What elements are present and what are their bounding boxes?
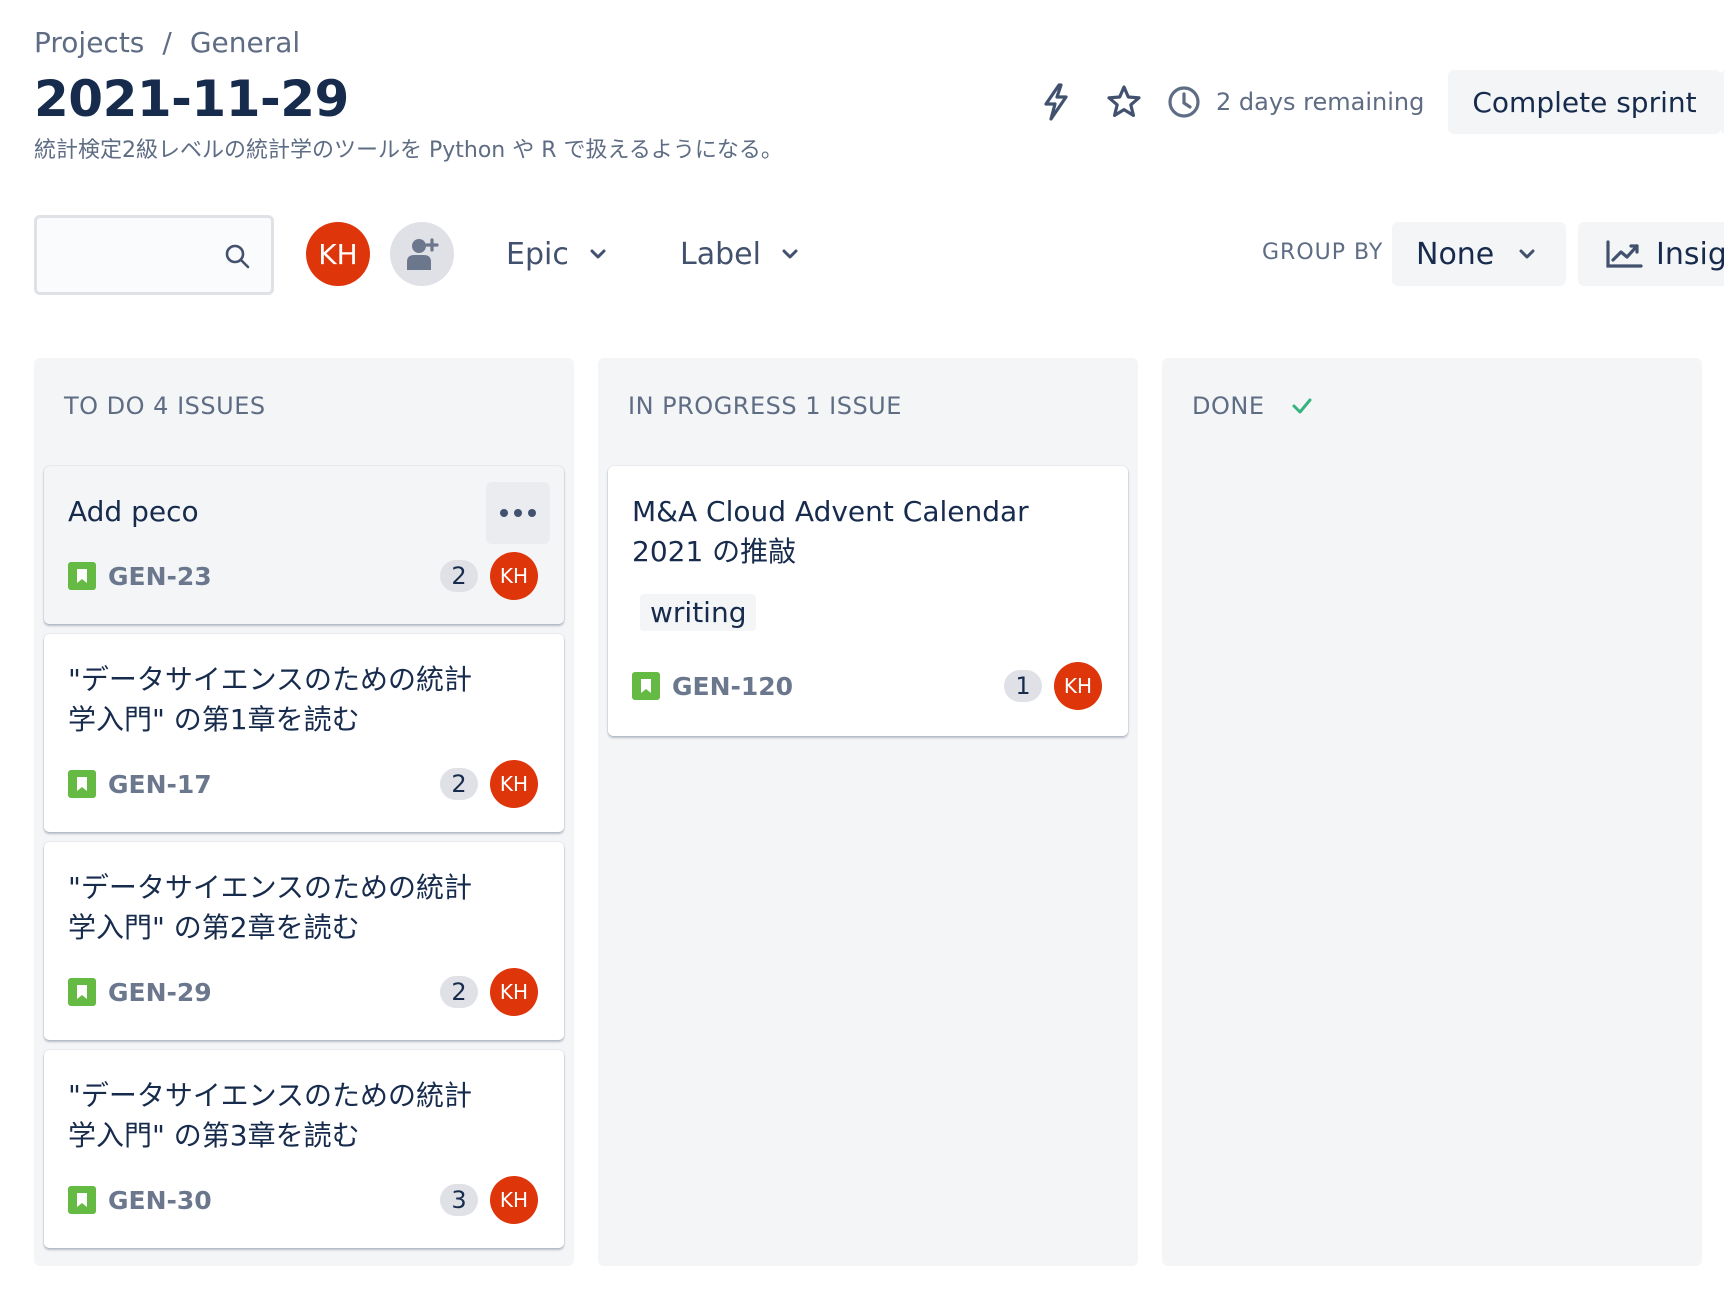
column-done: DONE (1162, 358, 1702, 1266)
breadcrumb-general[interactable]: General (190, 26, 300, 59)
issue-card[interactable]: M&A Cloud Advent Calendar 2021 の推敲 writi… (608, 466, 1128, 736)
story-points-badge: 3 (440, 1184, 478, 1216)
check-icon (1292, 398, 1311, 414)
column-header: DONE (1192, 392, 1313, 420)
time-remaining-text: 2 days remaining (1216, 88, 1425, 116)
card-footer: GEN-120 1 KH (632, 662, 1102, 710)
card-footer: GEN-30 3 KH (68, 1176, 538, 1224)
issue-card[interactable]: "データサイエンスのための統計学入門" の第3章を読む GEN-30 3 KH (44, 1050, 564, 1248)
card-footer: GEN-17 2 KH (68, 760, 538, 808)
issue-summary: "データサイエンスのための統計学入門" の第3章を読む (68, 1079, 473, 1152)
breadcrumb-separator: / (162, 26, 172, 59)
issue-card[interactable]: "データサイエンスのための統計学入門" の第2章を読む GEN-29 2 KH (44, 842, 564, 1040)
story-points-badge: 1 (1004, 670, 1042, 702)
assignee-avatar[interactable]: KH (490, 1176, 538, 1224)
page-title: 2021-11-29 (34, 70, 349, 128)
story-icon (68, 1186, 96, 1214)
issue-key[interactable]: GEN-23 (108, 562, 440, 591)
chevron-down-icon (590, 249, 606, 259)
more-horizontal-icon (500, 509, 536, 517)
issue-label-tag: writing (640, 594, 757, 631)
group-by-select[interactable]: None (1392, 222, 1566, 286)
story-points-badge: 2 (440, 768, 478, 800)
story-icon (68, 770, 96, 798)
breadcrumb-projects[interactable]: Projects (34, 26, 144, 59)
story-icon (632, 672, 660, 700)
column-header: IN PROGRESS 1 ISSUE (628, 392, 902, 420)
sprint-goal: 統計検定2級レベルの統計学のツールを Python や R で扱えるようになる。 (34, 138, 783, 163)
card-more-button[interactable] (486, 482, 550, 544)
issue-key[interactable]: GEN-120 (672, 672, 1004, 701)
star-button[interactable] (1098, 76, 1150, 128)
issue-key[interactable]: GEN-17 (108, 770, 440, 799)
column-todo: TO DO 4 ISSUES Add peco GEN-23 2 KH "データ… (34, 358, 574, 1266)
complete-sprint-button[interactable]: Complete sprint (1448, 70, 1721, 134)
chevron-down-icon (782, 249, 798, 259)
issue-key[interactable]: GEN-30 (108, 1186, 440, 1215)
header-actions: 2 days remaining Complete sprint (1030, 70, 1721, 134)
breadcrumb: Projects / General (34, 26, 300, 59)
chevron-down-icon (1519, 249, 1535, 259)
add-person-icon (407, 238, 439, 270)
issue-key[interactable]: GEN-29 (108, 978, 440, 1007)
avatar-filter-kh[interactable]: KH (306, 222, 370, 286)
label-filter-label: Label (680, 236, 761, 272)
epic-filter-label: Epic (506, 236, 569, 272)
group-by-value: None (1416, 236, 1495, 272)
story-points-badge: 2 (440, 976, 478, 1008)
insights-button[interactable]: Insights (1578, 222, 1724, 286)
star-icon (1107, 85, 1141, 117)
insights-label: Insights (1656, 236, 1724, 272)
lightning-icon (1044, 83, 1068, 121)
time-remaining: 2 days remaining (1166, 84, 1424, 120)
column-title: DONE (1192, 392, 1265, 420)
column-in-progress: IN PROGRESS 1 ISSUE M&A Cloud Advent Cal… (598, 358, 1138, 1266)
label-filter[interactable]: Label (680, 222, 799, 286)
issue-card[interactable]: Add peco GEN-23 2 KH (44, 466, 564, 624)
assignee-avatar[interactable]: KH (490, 760, 538, 808)
clock-icon (1168, 86, 1200, 118)
add-people-button[interactable] (390, 222, 454, 286)
search-icon (225, 244, 250, 269)
story-icon (68, 978, 96, 1006)
story-icon (68, 562, 96, 590)
epic-filter[interactable]: Epic (506, 222, 607, 286)
issue-summary: M&A Cloud Advent Calendar 2021 の推敲 (632, 495, 1029, 568)
assignee-avatar[interactable]: KH (1054, 662, 1102, 710)
issue-summary: Add peco (68, 495, 199, 528)
card-footer: GEN-29 2 KH (68, 968, 538, 1016)
assignee-avatar[interactable]: KH (490, 968, 538, 1016)
issue-summary: "データサイエンスのための統計学入門" の第2章を読む (68, 871, 473, 944)
issue-card[interactable]: "データサイエンスのための統計学入門" の第1章を読む GEN-17 2 KH (44, 634, 564, 832)
group-by-label: GROUP BY (1262, 240, 1384, 265)
column-header: TO DO 4 ISSUES (64, 392, 266, 420)
more-actions-button[interactable] (1720, 70, 1724, 134)
search-input[interactable] (34, 215, 274, 295)
issue-summary: "データサイエンスのための統計学入門" の第1章を読む (68, 663, 473, 736)
chart-line-icon (1606, 240, 1643, 268)
card-footer: GEN-23 2 KH (68, 552, 538, 600)
story-points-badge: 2 (440, 560, 478, 592)
assignee-avatar[interactable]: KH (490, 552, 538, 600)
automation-button[interactable] (1030, 76, 1082, 128)
